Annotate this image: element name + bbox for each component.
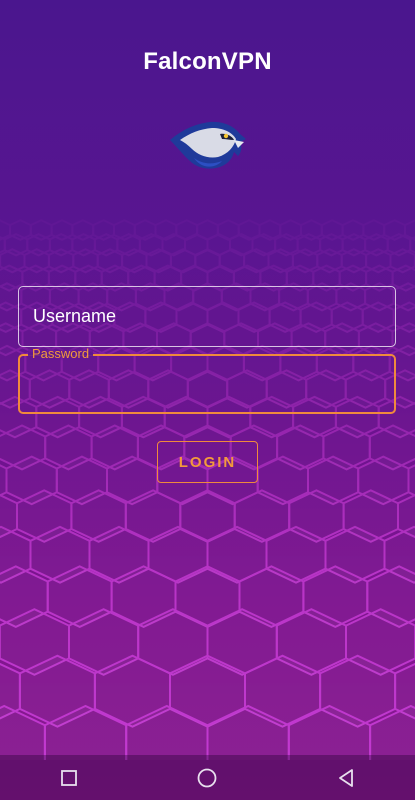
username-placeholder: Username <box>33 306 117 326</box>
password-input[interactable] <box>34 372 378 398</box>
nav-home-button[interactable] <box>177 758 237 798</box>
username-field[interactable]: Username <box>18 286 396 347</box>
triangle-back-icon <box>338 768 353 787</box>
nav-back-button[interactable] <box>316 758 376 798</box>
falcon-logo-icon <box>170 121 246 169</box>
system-navigation-bar <box>0 755 415 800</box>
square-icon <box>61 769 78 786</box>
login-button[interactable]: LOGIN <box>157 441 258 483</box>
nav-recents-button[interactable] <box>39 758 99 798</box>
password-field[interactable]: Password <box>18 347 396 414</box>
circle-icon <box>198 768 217 787</box>
app-title: FalconVPN <box>143 48 272 75</box>
password-label: Password <box>28 347 94 361</box>
